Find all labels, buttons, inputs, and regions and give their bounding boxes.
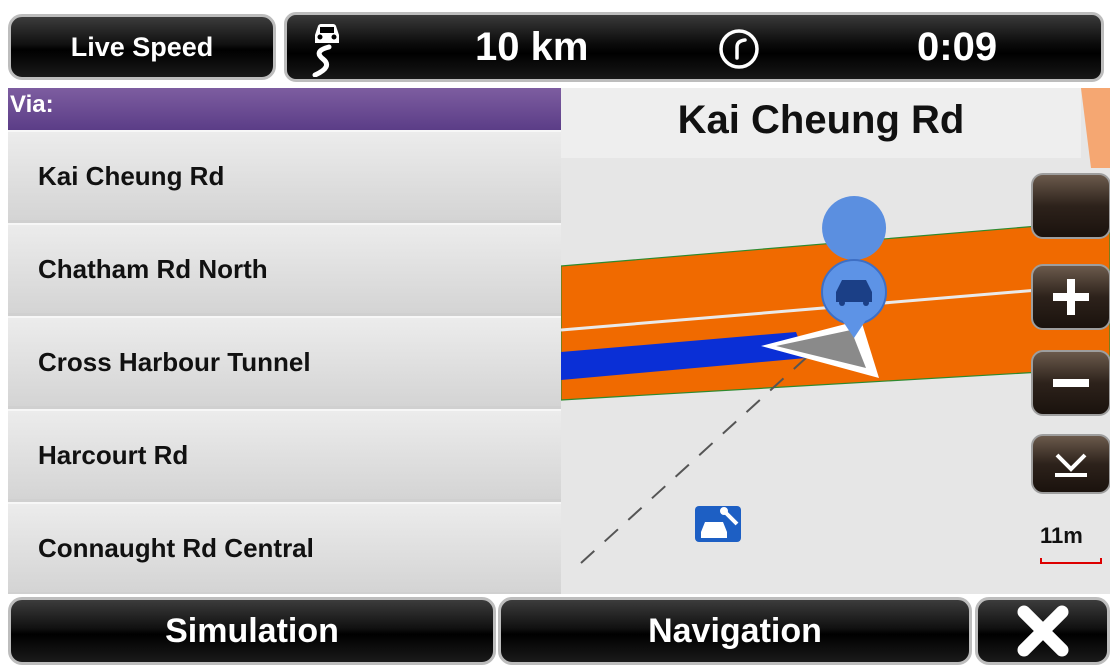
minus-icon (1053, 379, 1089, 387)
map-canvas[interactable] (561, 88, 1110, 594)
current-street-name: Kai Cheung Rd (677, 98, 965, 142)
via-item[interactable]: Connaught Rd Central (8, 502, 561, 592)
street-banner: Kai Cheung Rd (561, 88, 1081, 158)
zoom-out-button[interactable] (1031, 350, 1110, 416)
road-car-icon (312, 24, 339, 77)
simulation-button[interactable]: Simulation (8, 597, 496, 665)
zoom-in-button[interactable] (1031, 264, 1110, 330)
route-via-list: Via: Kai Cheung Rd Chatham Rd North Cros… (8, 88, 561, 594)
close-icon (1017, 605, 1068, 657)
via-item[interactable]: Chatham Rd North (8, 223, 561, 313)
via-item[interactable]: Kai Cheung Rd (8, 130, 561, 220)
map-scale-label: 11m (1040, 523, 1083, 548)
collapse-controls-button[interactable] (1031, 434, 1110, 494)
car-repair-icon[interactable] (695, 506, 741, 542)
remaining-time: 0:09 (917, 25, 998, 69)
map-scale-bar (1040, 558, 1102, 564)
via-item[interactable]: Harcourt Rd (8, 409, 561, 499)
live-speed-button[interactable]: Live Speed (8, 14, 276, 80)
navigation-button[interactable]: Navigation (498, 597, 972, 665)
map-view[interactable]: Kai Cheung Rd (561, 88, 1110, 594)
chevron-down-icon (1055, 453, 1087, 477)
via-item[interactable]: Cross Harbour Tunnel (8, 316, 561, 406)
clock-icon (719, 29, 759, 69)
trip-status-bar: 10 km 0:09 (284, 12, 1104, 82)
close-button[interactable] (975, 597, 1110, 665)
via-header: Via: (8, 88, 561, 130)
map-area-patch (1081, 88, 1110, 168)
plus-icon (1053, 279, 1089, 315)
remaining-distance: 10 km (475, 25, 589, 69)
map-mode-button[interactable] (1031, 173, 1110, 239)
